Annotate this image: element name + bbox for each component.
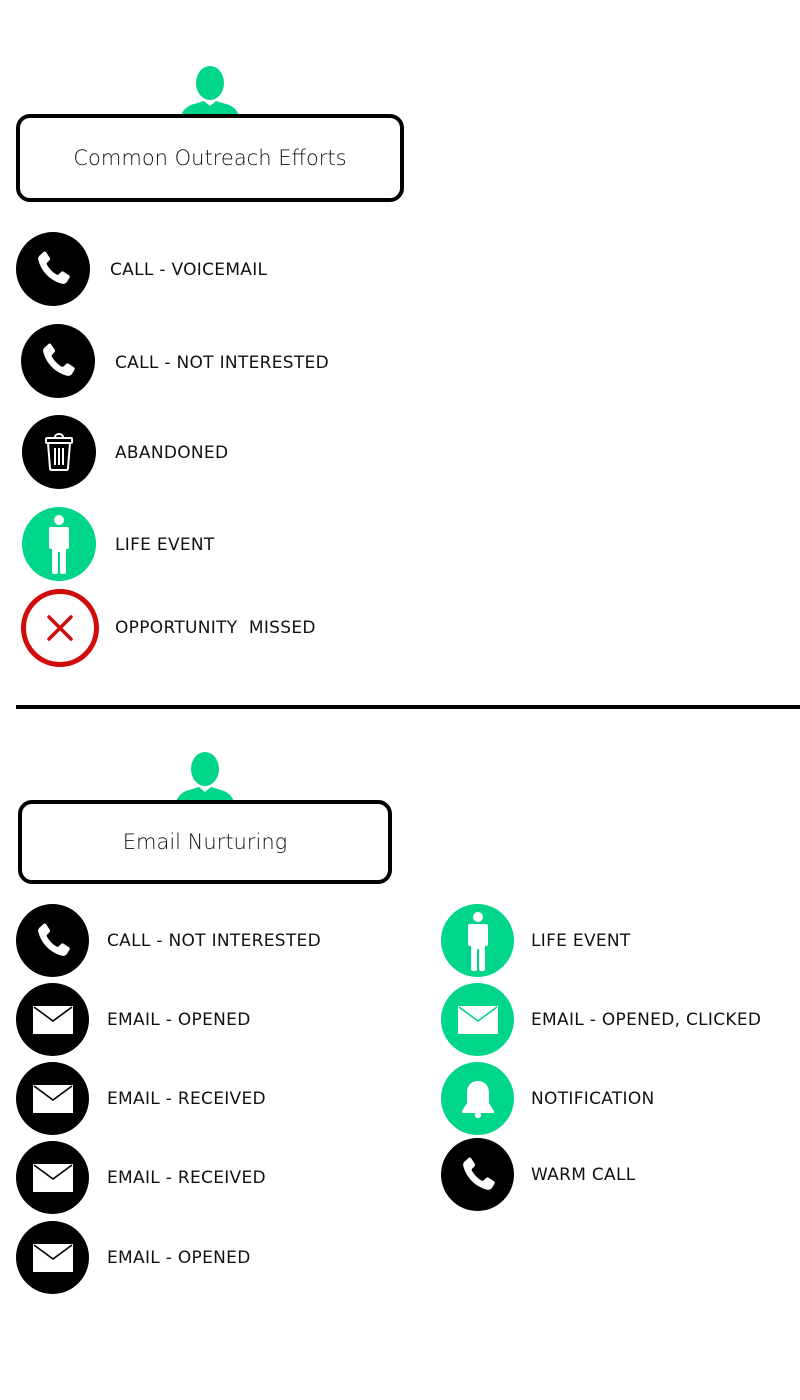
envelope-icon (16, 983, 89, 1056)
outreach-item-label: CALL - VOICEMAIL (110, 260, 268, 280)
outreach-item-label: CALL - NOT INTERESTED (115, 353, 329, 373)
email-right-item-label: WARM CALL (531, 1165, 636, 1185)
envelope-icon (16, 1141, 89, 1214)
standing-person-icon (441, 904, 514, 977)
email-left-item-label: EMAIL - RECEIVED (107, 1168, 266, 1188)
email-right-item-label: NOTIFICATION (531, 1089, 655, 1109)
email-left-item-label: EMAIL - RECEIVED (107, 1089, 266, 1109)
email-right-item-label: LIFE EVENT (531, 931, 631, 951)
email-left-item-label: EMAIL - OPENED (107, 1010, 251, 1030)
section-title-outreach-text: Common Outreach Efforts (73, 146, 347, 170)
section-title-email-text: Email Nurturing (122, 830, 288, 854)
outreach-item-label: OPPORTUNITY MISSED (115, 618, 316, 638)
x-close-icon (21, 589, 99, 667)
phone-icon (16, 232, 90, 306)
envelope-icon (16, 1062, 89, 1135)
outreach-item-label: ABANDONED (115, 443, 229, 463)
outreach-item-label: LIFE EVENT (115, 535, 215, 555)
trash-icon (22, 415, 96, 489)
email-left-item-label: EMAIL - OPENED (107, 1248, 251, 1268)
envelope-icon (441, 983, 514, 1056)
section-divider (16, 705, 800, 709)
person-icon (173, 752, 237, 806)
bell-icon (441, 1062, 514, 1135)
email-right-item-label: EMAIL - OPENED, CLICKED (531, 1010, 762, 1030)
email-left-item-label: CALL - NOT INTERESTED (107, 931, 321, 951)
section-title-email: Email Nurturing (18, 800, 392, 884)
phone-icon (16, 904, 89, 977)
person-icon (178, 66, 242, 120)
phone-icon (21, 324, 95, 398)
standing-person-icon (22, 507, 96, 581)
section-title-outreach: Common Outreach Efforts (16, 114, 404, 202)
phone-icon (441, 1138, 514, 1211)
envelope-icon (16, 1221, 89, 1294)
